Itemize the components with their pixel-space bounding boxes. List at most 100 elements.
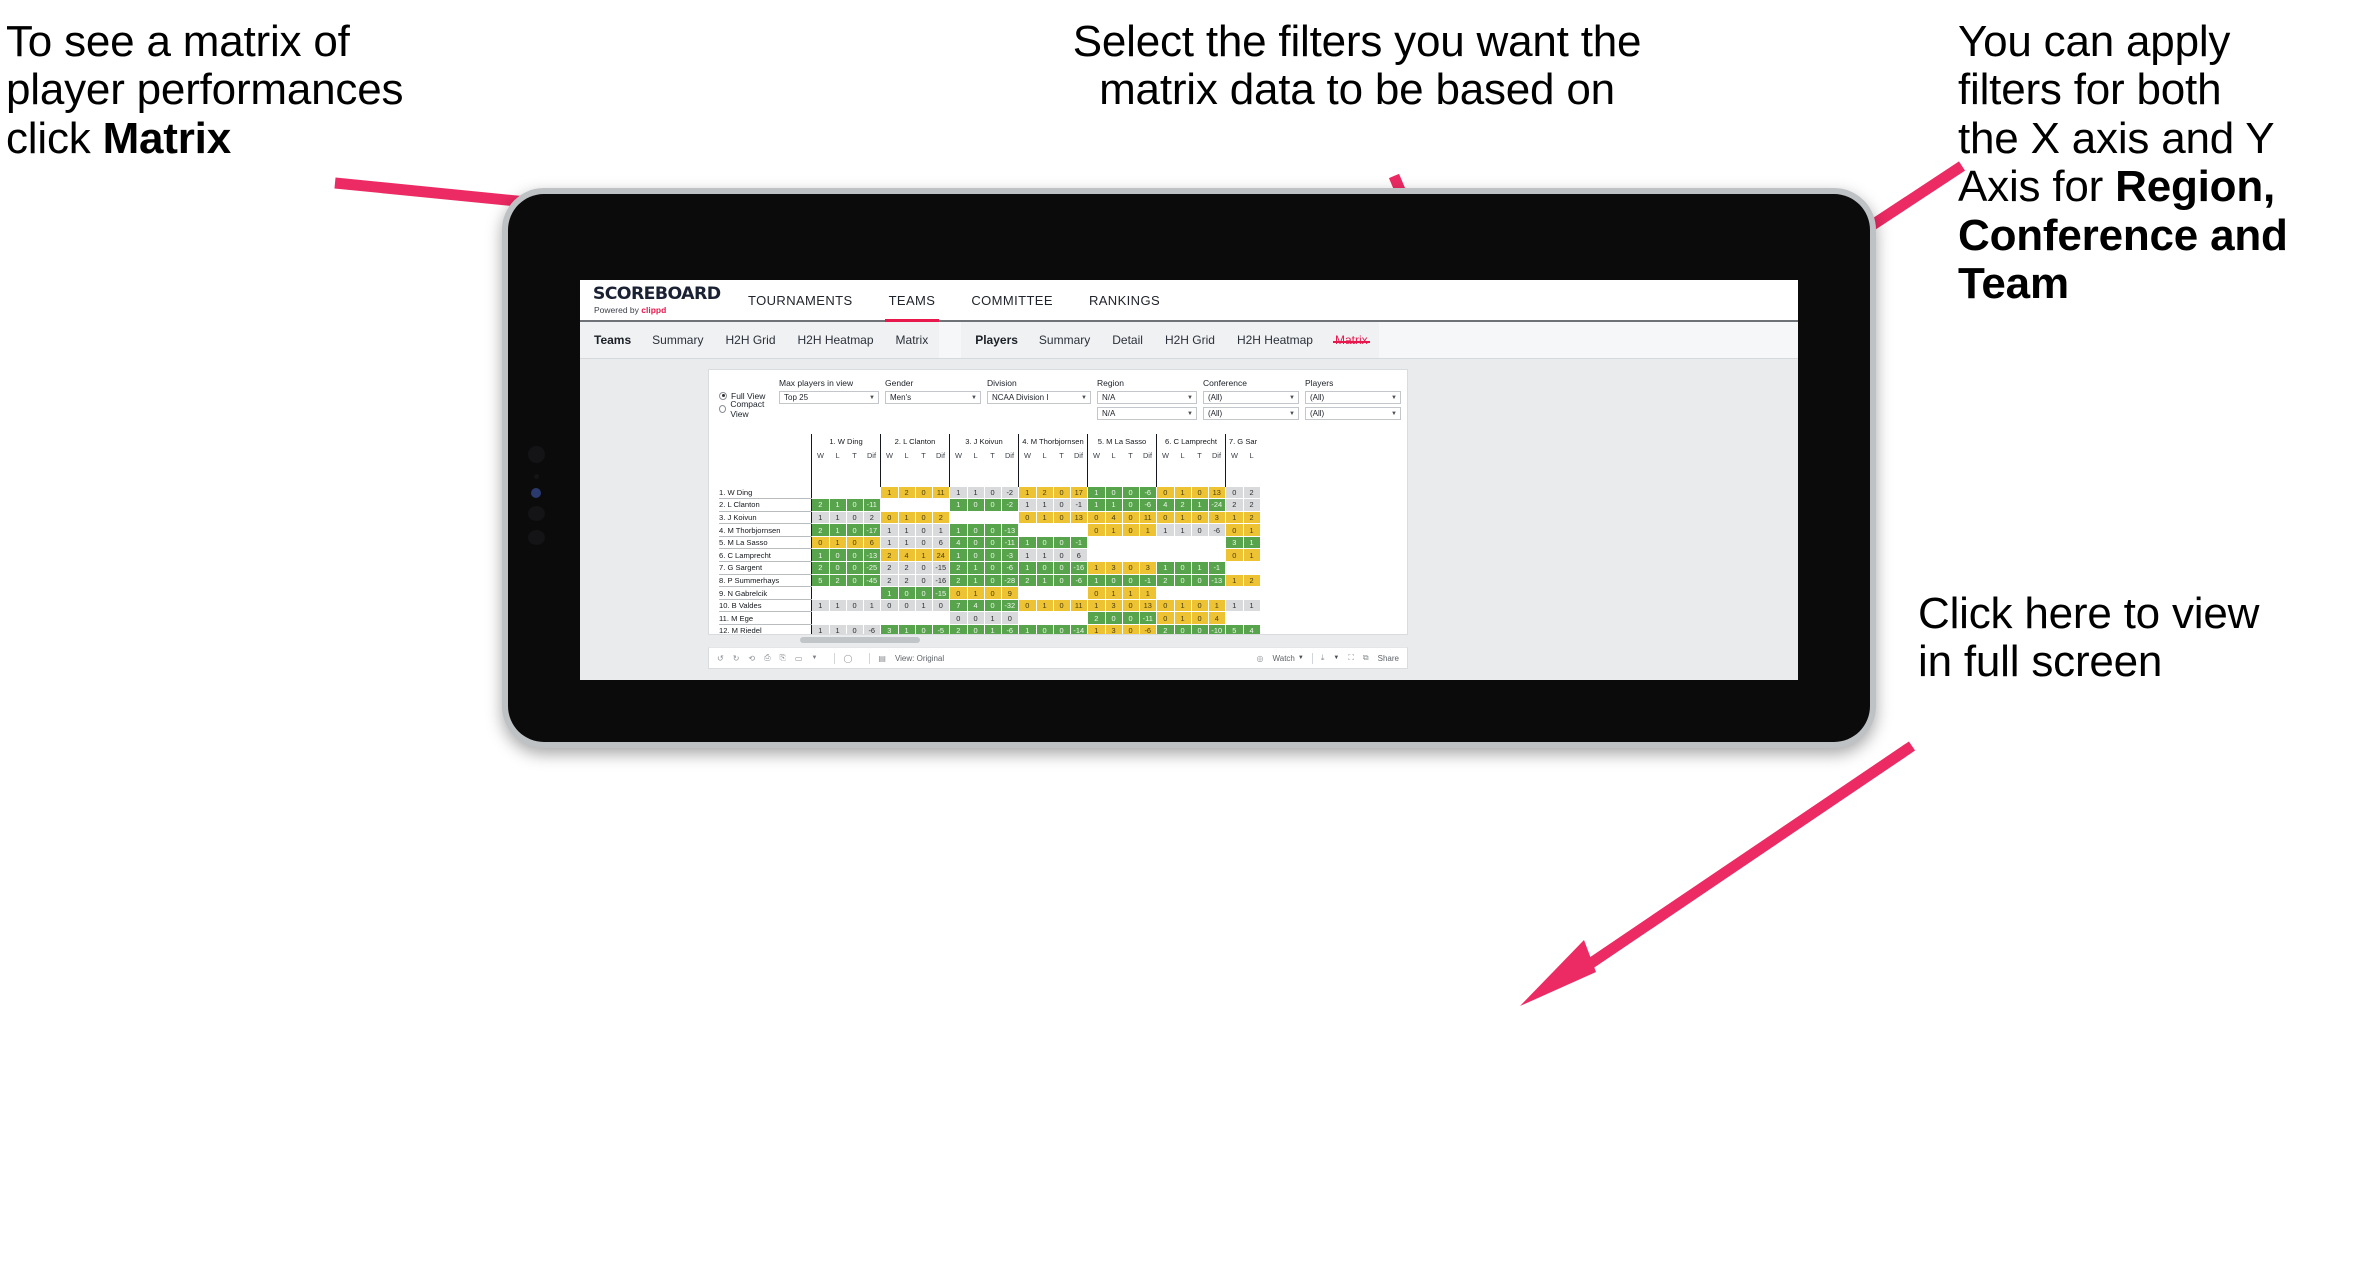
- matrix-cell[interactable]: 6: [931, 535, 950, 550]
- matrix-cell[interactable]: -10: [1207, 624, 1226, 634]
- matrix-cell[interactable]: -2: [1000, 485, 1019, 500]
- matrix-cell[interactable]: 1: [1242, 548, 1261, 563]
- matrix-cell[interactable]: 1: [811, 548, 830, 563]
- matrix-cell[interactable]: 1: [1104, 498, 1123, 512]
- matrix-cell[interactable]: 0: [1052, 598, 1071, 613]
- matrix-cell[interactable]: -6: [862, 624, 881, 634]
- matrix-cell[interactable]: 1: [1190, 561, 1209, 575]
- matrix-cell[interactable]: 2: [1156, 624, 1175, 634]
- matrix-cell[interactable]: 1: [880, 485, 899, 500]
- matrix-cell[interactable]: 6: [1069, 548, 1088, 563]
- matrix-cell[interactable]: 1: [1156, 523, 1175, 537]
- matrix-cell[interactable]: 0: [983, 498, 1002, 512]
- matrix-cell[interactable]: 1: [897, 624, 916, 634]
- nav-item-tournaments[interactable]: TOURNAMENTS: [730, 280, 871, 320]
- matrix-cell[interactable]: 2: [949, 573, 968, 588]
- matrix-cell[interactable]: 13: [1069, 510, 1088, 525]
- matrix-cell[interactable]: 0: [897, 598, 916, 613]
- matrix-cell[interactable]: 11: [1138, 510, 1157, 525]
- matrix-cell[interactable]: [897, 611, 916, 626]
- matrix-cell[interactable]: -6: [1138, 624, 1157, 634]
- matrix-cell[interactable]: 4: [1156, 498, 1175, 512]
- tab-teams-matrix[interactable]: Matrix: [885, 333, 940, 347]
- matrix-cell[interactable]: 0: [880, 510, 899, 525]
- matrix-cell[interactable]: 1: [1087, 624, 1106, 634]
- matrix-cell[interactable]: 1: [828, 598, 847, 613]
- matrix-cell[interactable]: 1: [949, 523, 968, 537]
- matrix-cell[interactable]: [1207, 548, 1226, 563]
- tab-teams-h2h-heatmap[interactable]: H2H Heatmap: [787, 333, 885, 347]
- matrix-row[interactable]: 1. W Ding 1 2 0 11 1 1 0 -2 1 2 0 17 1 0 0 -6 0 1 0 13 0 2: [719, 485, 1261, 500]
- matrix-cell[interactable]: [1225, 561, 1244, 575]
- matrix-cell[interactable]: 0: [845, 510, 864, 525]
- matrix-cell[interactable]: [862, 611, 881, 626]
- matrix-cell[interactable]: 0: [1121, 485, 1140, 500]
- matrix-cell[interactable]: 0: [983, 573, 1002, 588]
- matrix-cell[interactable]: -11: [862, 498, 881, 512]
- matrix-cell[interactable]: 0: [966, 523, 985, 537]
- matrix-cell[interactable]: [914, 498, 933, 512]
- matrix-cell[interactable]: 0: [845, 573, 864, 588]
- matrix-cell[interactable]: 0: [1087, 586, 1106, 600]
- matrix-cell[interactable]: 2: [897, 573, 916, 588]
- matrix-cell[interactable]: 1: [949, 548, 968, 563]
- matrix-cell[interactable]: [1138, 535, 1157, 550]
- matrix-cell[interactable]: -17: [862, 523, 881, 537]
- matrix-cell[interactable]: [1121, 548, 1140, 563]
- matrix-cell[interactable]: [828, 485, 847, 500]
- matrix-cell[interactable]: 2: [1242, 485, 1261, 500]
- matrix-cell[interactable]: [983, 510, 1002, 525]
- matrix-cell[interactable]: 3: [1104, 561, 1123, 575]
- matrix-cell[interactable]: 0: [1035, 624, 1054, 634]
- radio-compact-view[interactable]: Compact View: [719, 399, 779, 419]
- matrix-cell[interactable]: 0: [983, 561, 1002, 575]
- matrix-cell[interactable]: -24: [1207, 498, 1226, 512]
- matrix-cell[interactable]: 1: [1018, 535, 1037, 550]
- matrix-cell[interactable]: [1000, 510, 1019, 525]
- matrix-cell[interactable]: [862, 586, 881, 600]
- matrix-cell[interactable]: -5: [931, 624, 950, 634]
- chevron-down-icon[interactable]: ▼: [1333, 655, 1339, 661]
- matrix-cell[interactable]: [1207, 535, 1226, 550]
- matrix-cell[interactable]: -32: [1000, 598, 1019, 613]
- matrix-cell[interactable]: [1035, 586, 1054, 600]
- matrix-cell[interactable]: 2: [1242, 498, 1261, 512]
- matrix-cell[interactable]: 1: [1156, 561, 1175, 575]
- tab-players-matrix[interactable]: Matrix: [1324, 333, 1379, 347]
- matrix-cell[interactable]: 1: [1035, 498, 1054, 512]
- matrix-cell[interactable]: [1190, 586, 1209, 600]
- matrix-cell[interactable]: 1: [1087, 573, 1106, 588]
- matrix-cell[interactable]: 2: [880, 561, 899, 575]
- matrix-cell[interactable]: -6: [1138, 498, 1157, 512]
- matrix-cell[interactable]: [1242, 586, 1261, 600]
- matrix-cell[interactable]: 0: [966, 624, 985, 634]
- matrix-cell[interactable]: 0: [845, 598, 864, 613]
- matrix-row[interactable]: 10. B Valdes 1 1 0 1 0 0 1 0 7 4 0 -32 0 1 0 11 1 3 0 13 0 1 0 1…: [719, 598, 1261, 613]
- fullscreen-icon[interactable]: ⛶: [1348, 653, 1354, 663]
- matrix-cell[interactable]: 0: [1087, 510, 1106, 525]
- matrix-cell[interactable]: 0: [966, 611, 985, 626]
- matrix-cell[interactable]: [811, 485, 830, 500]
- matrix-cell[interactable]: -2: [1000, 498, 1019, 512]
- matrix-cell[interactable]: -6: [1138, 485, 1157, 500]
- matrix-cell[interactable]: 1: [897, 523, 916, 537]
- matrix-row[interactable]: 3. J Koivun 1 1 0 2 0 1 0 2 0 1 0 13 0 4 0 11 0 1 0 3 1 2: [719, 510, 1261, 525]
- matrix-cell[interactable]: 0: [983, 548, 1002, 563]
- matrix-cell[interactable]: 17: [1069, 485, 1088, 500]
- matrix-cell[interactable]: 1: [983, 611, 1002, 626]
- matrix-row[interactable]: 11. M Ege 0 0 1 0 2 0 0 -11 0 1 0 4: [719, 611, 1261, 626]
- select-players-y[interactable]: (All) ▼: [1305, 407, 1401, 420]
- matrix-cell[interactable]: -6: [1000, 561, 1019, 575]
- matrix-cell[interactable]: 1: [1018, 498, 1037, 512]
- matrix-cell[interactable]: 0: [914, 573, 933, 588]
- matrix-cell[interactable]: 1: [1121, 586, 1140, 600]
- matrix-cell[interactable]: 1: [1104, 523, 1123, 537]
- matrix-cell[interactable]: 0: [1052, 535, 1071, 550]
- matrix-cell[interactable]: -16: [931, 573, 950, 588]
- matrix-cell[interactable]: -45: [862, 573, 881, 588]
- matrix-cell[interactable]: [1190, 548, 1209, 563]
- matrix-cell[interactable]: -16: [1069, 561, 1088, 575]
- matrix-row[interactable]: 5. M La Sasso 0 1 0 6 1 1 0 6 4 0 0 -11 1 0 0 -1 3 1: [719, 535, 1261, 550]
- matrix-cell[interactable]: [1018, 611, 1037, 626]
- matrix-cell[interactable]: [1173, 586, 1192, 600]
